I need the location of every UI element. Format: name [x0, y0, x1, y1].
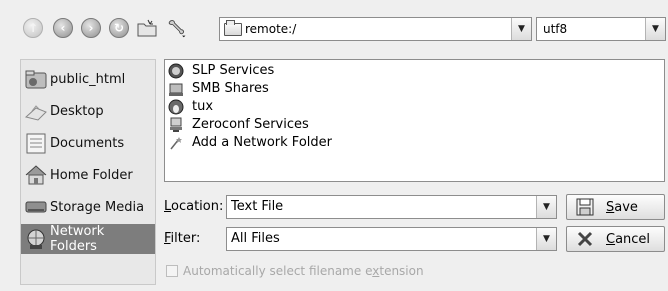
new-folder-icon[interactable]: [136, 17, 158, 39]
save-label: Save: [606, 199, 638, 215]
location-combo[interactable]: Text File ▼: [226, 195, 557, 219]
file-list[interactable]: SLP Services SMB Shares tux Zeroconf Ser…: [164, 59, 665, 182]
forward-icon[interactable]: ›: [80, 17, 102, 39]
filter-value: All Files: [231, 231, 280, 246]
up-icon[interactable]: ↑: [22, 17, 44, 39]
folder-icon: [24, 67, 48, 91]
cancel-icon: [574, 229, 596, 249]
save-button[interactable]: Save: [566, 194, 665, 220]
place-label: Desktop: [50, 103, 104, 119]
reload-icon[interactable]: ↻: [108, 17, 130, 39]
place-item-home-folder[interactable]: Home Folder: [21, 160, 155, 190]
place-item-storage-media[interactable]: Storage Media: [21, 192, 155, 222]
cancel-label: Cancel: [606, 231, 651, 247]
place-item-documents[interactable]: Documents: [21, 128, 155, 158]
file-label: SMB Shares: [192, 81, 269, 96]
place-item-public-html[interactable]: public_html: [21, 64, 155, 94]
file-label: tux: [192, 99, 214, 114]
file-dialog: ↑ ‹ › ↻ remote:/ ▼ utf8 ▼ public_html De…: [0, 0, 668, 291]
filter-combo[interactable]: All Files ▼: [226, 227, 557, 251]
encoding-value: utf8: [543, 22, 568, 36]
slp-icon: [168, 63, 184, 79]
file-label: Add a Network Folder: [192, 135, 332, 150]
back-icon[interactable]: ‹: [52, 17, 74, 39]
place-label: Network Folders: [50, 224, 105, 254]
place-item-desktop[interactable]: Desktop: [21, 96, 155, 126]
places-panel: public_html Desktop Documents Home Folde…: [20, 59, 156, 285]
storage-icon: [24, 195, 48, 219]
chevron-down-icon[interactable]: ▼: [511, 18, 531, 40]
list-item[interactable]: Zeroconf Services: [165, 115, 309, 134]
chevron-down-icon[interactable]: ▼: [536, 228, 556, 250]
list-item[interactable]: Add a Network Folder: [165, 133, 332, 152]
folder-icon: [224, 19, 242, 36]
desktop-icon: [24, 99, 48, 123]
file-label: Zeroconf Services: [192, 117, 309, 132]
place-item-network-folders[interactable]: Network Folders: [21, 224, 155, 254]
network-icon: [24, 227, 48, 251]
auto-extension-checkbox[interactable]: Automatically select filename extension: [166, 264, 424, 278]
home-icon: [24, 163, 48, 187]
location-value: Text File: [231, 199, 284, 214]
list-item[interactable]: SMB Shares: [165, 79, 269, 98]
auto-extension-label: Automatically select filename extension: [183, 264, 424, 278]
chevron-down-icon[interactable]: ▼: [536, 196, 556, 218]
save-icon: [574, 197, 596, 217]
place-label: public_html: [50, 71, 126, 87]
place-label: Documents: [50, 135, 125, 151]
filter-label: Filter:: [164, 231, 201, 246]
location-label: Location:: [164, 199, 224, 214]
place-label: Home Folder: [50, 167, 133, 183]
wizard-icon: [168, 135, 184, 151]
cancel-button[interactable]: Cancel: [566, 226, 665, 252]
documents-icon: [24, 131, 48, 155]
url-combo[interactable]: remote:/ ▼: [219, 17, 532, 41]
chevron-down-icon[interactable]: ▼: [645, 18, 665, 40]
encoding-combo[interactable]: utf8 ▼: [536, 17, 666, 41]
url-text: remote:/: [245, 22, 297, 36]
list-item[interactable]: SLP Services: [165, 61, 274, 80]
checkbox-box[interactable]: [166, 265, 178, 277]
configure-icon[interactable]: [166, 17, 188, 39]
file-label: SLP Services: [192, 63, 275, 78]
list-item[interactable]: tux: [165, 97, 213, 116]
smb-icon: [168, 81, 184, 97]
place-label: Storage Media: [50, 199, 145, 215]
zeroconf-icon: [168, 117, 184, 133]
tux-icon: [168, 99, 184, 115]
